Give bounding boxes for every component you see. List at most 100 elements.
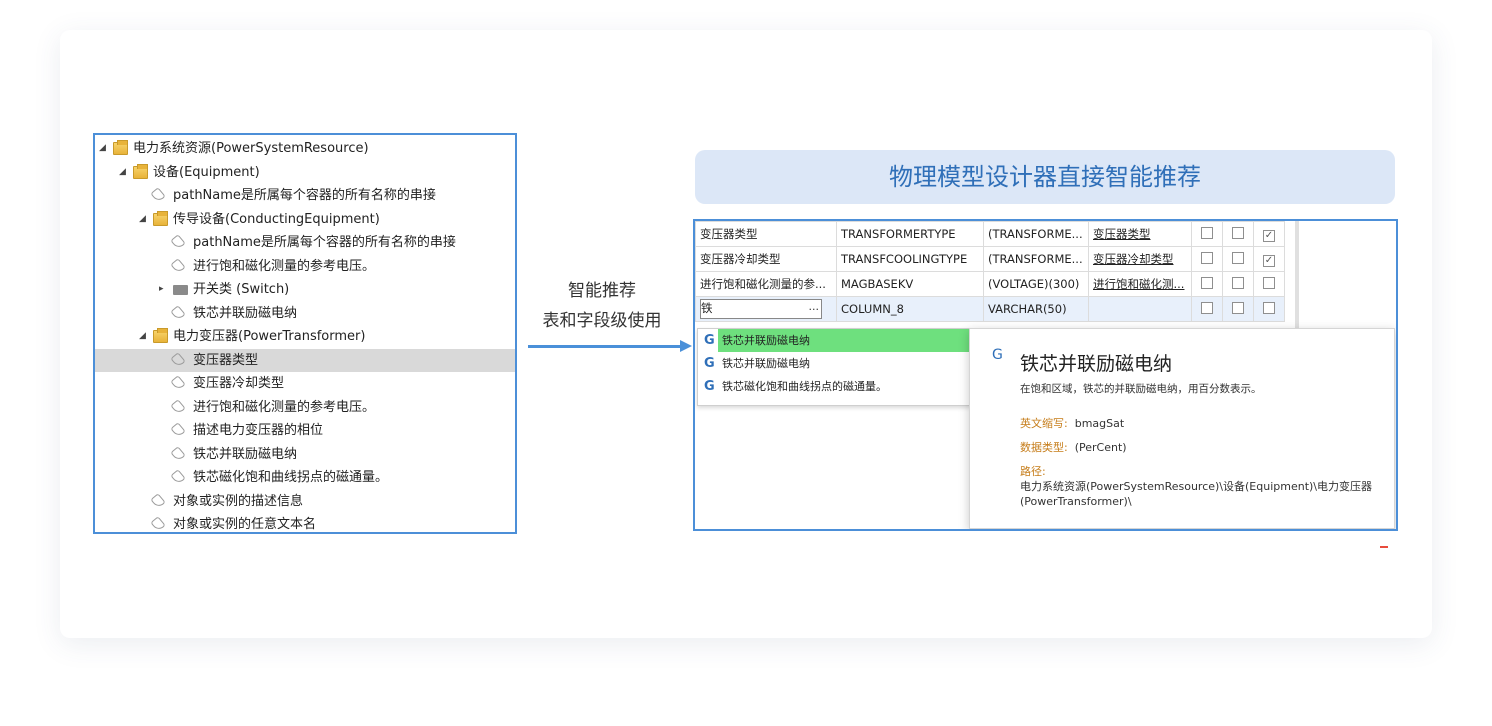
grid-checkbox-cell[interactable]: ✓ [1253, 246, 1285, 272]
grid-cell-c3[interactable]: (TRANSFORME... [983, 246, 1089, 272]
grid-cell-c3[interactable]: (TRANSFORME... [983, 221, 1089, 247]
tree-node[interactable]: 变压器冷却类型 [95, 372, 515, 396]
grid-cell-c2[interactable]: MAGBASEKV [836, 271, 984, 297]
tree-node[interactable]: pathName是所属每个容器的所有名称的串接 [95, 184, 515, 208]
suggestion-label: 铁芯并联励磁电纳 [722, 334, 810, 347]
grid-checkbox-cell[interactable] [1191, 246, 1223, 272]
grid-cell-c2[interactable]: TRANSFCOOLINGTYPE [836, 246, 984, 272]
ellipsis-button[interactable]: ... [809, 300, 820, 313]
unchecked-checkbox[interactable] [1232, 226, 1244, 239]
unchecked-checkbox[interactable] [1201, 301, 1213, 314]
tree-node[interactable]: ◢ 设备(Equipment) [95, 161, 515, 185]
collapse-arrow-icon[interactable]: ◢ [139, 325, 146, 349]
grid-checkbox-cell[interactable] [1222, 221, 1254, 247]
suggestion-item[interactable]: G 铁芯并联励磁电纳 [698, 352, 970, 375]
editing-row[interactable]: 铁... COLUMN_8 VARCHAR(50) [695, 296, 1285, 322]
designer-banner: 物理模型设计器直接智能推荐 [695, 150, 1395, 204]
suggestion-item[interactable]: G 铁芯磁化饱和曲线拐点的磁通量。 [698, 375, 970, 398]
grid-cell-c3[interactable]: VARCHAR(50) [983, 296, 1089, 322]
grid-cell-c4[interactable]: 变压器冷却类型 [1088, 246, 1192, 272]
tree-node-label: 进行饱和磁化测量的参考电压。 [193, 258, 376, 274]
grid-checkbox-cell[interactable] [1222, 296, 1254, 322]
tree-node[interactable]: 进行饱和磁化测量的参考电压。 [95, 255, 515, 279]
tree-node[interactable]: 对象或实例的描述信息 [95, 490, 515, 514]
flow-arrow-line [528, 345, 683, 348]
folder-open-icon [153, 210, 168, 226]
tree-node[interactable]: 对象或实例的任意文本名 [95, 513, 515, 537]
unchecked-checkbox[interactable] [1201, 226, 1213, 239]
suggestion-tooltip: G 铁芯并联励磁电纳 在饱和区域，铁芯的并联励磁电纳，用百分数表示。 英文缩写:… [969, 328, 1395, 529]
table-row[interactable]: 变压器冷却类型 TRANSFCOOLINGTYPE (TRANSFORME... 变压… [695, 246, 1285, 272]
grid-checkbox-cell[interactable]: ✓ [1253, 221, 1285, 247]
tooltip-path-value: 电力系统资源(PowerSystemResource)\设备(Equipment… [1020, 480, 1373, 508]
grid-checkbox-cell[interactable] [1191, 296, 1223, 322]
grid-cell-c2[interactable]: TRANSFORMERTYPE [836, 221, 984, 247]
tooltip-type-row: 数据类型: (PerCent) [1020, 439, 1127, 455]
unchecked-checkbox[interactable] [1201, 251, 1213, 264]
grid-cell-c1[interactable]: 铁... [695, 296, 837, 322]
tooltip-title: 铁芯并联励磁电纳 [1020, 353, 1173, 375]
tag-icon [150, 516, 166, 532]
tag-icon [170, 445, 186, 462]
grid-scrollbar[interactable] [1295, 221, 1299, 329]
unchecked-checkbox[interactable] [1263, 276, 1275, 289]
tooltip-abbr-key: 英文缩写: [1020, 417, 1068, 430]
suggestion-g-icon: G [704, 333, 715, 348]
tree-node[interactable]: ◢ 传导设备(ConductingEquipment) [95, 208, 515, 232]
tree-node[interactable]: ◢ 电力系统资源(PowerSystemResource) [95, 137, 515, 161]
grid-cell-c3[interactable]: (VOLTAGE)(300) [983, 271, 1089, 297]
grid-cell-c4[interactable] [1088, 296, 1192, 322]
tree-node[interactable]: ◢ 电力变压器(PowerTransformer) [95, 325, 515, 349]
unchecked-checkbox[interactable] [1201, 276, 1213, 289]
table-row[interactable]: 变压器类型 TRANSFORMERTYPE (TRANSFORME... 变压器类型 ✓ [695, 221, 1285, 247]
tree-node-label: 设备(Equipment) [153, 164, 260, 180]
tree-node-label: pathName是所属每个容器的所有名称的串接 [193, 235, 456, 250]
unchecked-checkbox[interactable] [1232, 276, 1244, 289]
tree-node-label: 开关类 (Switch) [193, 282, 290, 297]
checked-checkbox[interactable]: ✓ [1263, 254, 1275, 267]
grid-cell-c4[interactable]: 变压器类型 [1088, 221, 1192, 247]
grid-checkbox-cell[interactable] [1253, 296, 1285, 322]
suggestion-g-icon: G [704, 356, 715, 371]
grid-cell-c4[interactable]: 进行饱和磁化测... [1088, 271, 1192, 297]
grid-checkbox-cell[interactable] [1253, 271, 1285, 297]
tree-node[interactable]: 铁芯并联励磁电纳 [95, 443, 515, 467]
tag-icon [170, 234, 186, 250]
tree-node[interactable]: 铁芯并联励磁电纳 [95, 302, 515, 326]
middle-caption-line1: 智能推荐 [568, 281, 636, 301]
collapse-arrow-icon[interactable]: ◢ [139, 208, 146, 232]
tree-node[interactable]: 铁芯磁化饱和曲线拐点的磁通量。 [95, 466, 515, 490]
unchecked-checkbox[interactable] [1232, 251, 1244, 264]
grid-cell-c1[interactable]: 变压器类型 [695, 221, 837, 247]
unchecked-checkbox[interactable] [1232, 301, 1244, 314]
checked-checkbox[interactable]: ✓ [1263, 229, 1275, 242]
model-tree-panel: ◢ 电力系统资源(PowerSystemResource) ◢ 设备(Equipmen… [93, 133, 517, 534]
collapse-arrow-icon[interactable]: ◢ [119, 161, 126, 185]
column-grid-panel: 变压器类型 TRANSFORMERTYPE (TRANSFORME... 变压器类型 ✓… [693, 219, 1398, 531]
collapse-arrow-icon[interactable]: ◢ [99, 137, 106, 161]
suggestion-label: 铁芯磁化饱和曲线拐点的磁通量。 [722, 380, 887, 393]
tag-icon [170, 375, 186, 391]
folder-open-icon [113, 140, 128, 155]
grid-cell-c2[interactable]: COLUMN_8 [836, 296, 984, 322]
tag-icon [170, 304, 186, 321]
table-row[interactable]: 进行饱和磁化测量的参... MAGBASEKV (VOLTAGE)(300) 进行饱和… [695, 271, 1285, 297]
tree-node[interactable]: 变压器类型 [95, 348, 515, 372]
grid-checkbox-cell[interactable] [1222, 246, 1254, 272]
suggestion-item[interactable]: G 铁芯并联励磁电纳 [698, 329, 970, 352]
tree-node[interactable]: pathName是所属每个容器的所有名称的串接 [95, 231, 515, 255]
grid-cell-c1[interactable]: 变压器冷却类型 [695, 246, 837, 272]
flow-arrow-head-icon [680, 340, 692, 352]
tree-node[interactable]: 进行饱和磁化测量的参考电压。 [95, 396, 515, 420]
grid-cell-c1[interactable]: 进行饱和磁化测量的参... [695, 271, 837, 297]
grid-checkbox-cell[interactable] [1222, 271, 1254, 297]
grid-checkbox-cell[interactable] [1191, 221, 1223, 247]
tree-node-label: 铁芯并联励磁电纳 [193, 305, 298, 321]
tree-node[interactable]: 描述电力变压器的相位 [95, 419, 515, 443]
unchecked-checkbox[interactable] [1263, 301, 1275, 314]
tree-node[interactable]: ▸ 开关类 (Switch) [95, 278, 515, 302]
grid-checkbox-cell[interactable] [1191, 271, 1223, 297]
expand-arrow-icon[interactable]: ▸ [159, 278, 164, 302]
name-edit-input[interactable]: 铁... [700, 299, 822, 319]
suggestion-dropdown: G 铁芯并联励磁电纳 G 铁芯并联励磁电纳 G 铁芯磁化饱和曲线拐点的磁通量。 [697, 328, 971, 406]
